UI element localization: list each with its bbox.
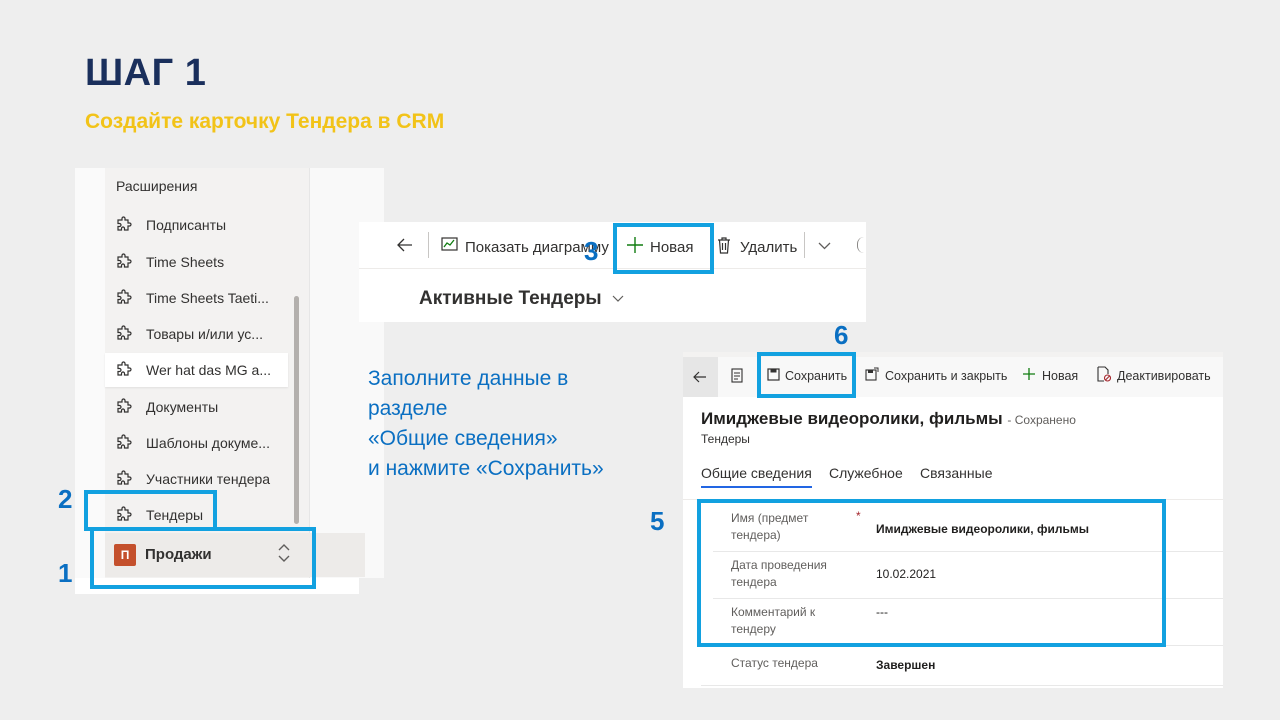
sitemap-group-label: Расширения [116,178,198,194]
highlight-tendery [84,490,217,531]
save-and-close-button[interactable]: Сохранить и закрыть [885,369,1007,383]
step-number-6: 6 [834,320,849,350]
save-close-icon [865,367,879,381]
sitemap-item-label: Участники тендера [146,471,271,487]
slide-subtitle: Создайте карточку Тендера в CRM [85,110,445,133]
instruction-line: и нажмите «Сохранить» [368,457,604,480]
field-value-status[interactable]: Завершен [876,658,935,672]
puzzle-icon [117,289,132,304]
highlight-area-switcher [90,527,316,589]
delete-button[interactable]: Удалить [740,239,797,256]
tab-related[interactable]: Связанные [920,465,993,481]
highlight-new-button [613,223,714,274]
instruction-text: Заполните данные в разделе «Общие сведен… [368,364,668,484]
sitemap-item-podpisanty[interactable]: Подписанты [115,208,285,242]
field-label-status: Статус тендера [731,656,818,670]
step-number-2: 2 [58,484,73,514]
instruction-line: Заполните данные в [368,367,569,390]
instruction-line: «Общие сведения» [368,427,558,450]
active-tab-indicator [701,486,812,488]
form-selector-icon[interactable] [731,368,743,383]
step-number-3: 3 [584,236,599,266]
highlight-general-section [697,499,1166,647]
puzzle-icon [117,253,132,268]
sitemap-item-tovary[interactable]: Товары и/или ус... [115,317,285,351]
sitemap-item-time-sheets[interactable]: Time Sheets [115,245,285,279]
deactivate-icon [1097,366,1111,382]
sitemap-item-label: Документы [146,399,219,415]
sitemap-item-label: Товары и/или ус... [146,326,263,342]
instruction-line: разделе [368,397,448,420]
highlight-save-button [757,352,856,398]
trash-icon [718,237,730,254]
sitemap-item-shablony[interactable]: Шаблоны докуме... [115,426,285,460]
overflow-icon[interactable] [857,237,864,253]
view-chevron-down-icon[interactable] [612,295,624,303]
deactivate-button[interactable]: Деактивировать [1117,369,1211,383]
tab-general[interactable]: Общие сведения [701,465,812,481]
plus-icon [1023,368,1035,380]
puzzle-icon [117,470,132,485]
sitemap-item-wer-hat[interactable]: Wer hat das MG a... [105,353,288,387]
chart-icon [441,237,458,251]
back-arrow-icon[interactable] [397,238,413,252]
puzzle-icon [117,361,132,376]
form-back-button[interactable] [683,357,718,397]
sitemap-item-label: Wer hat das MG a... [146,362,272,378]
record-title: Имиджевые видеоролики, фильмы - Сохранен… [701,409,1076,428]
sitemap-item-label: Подписанты [146,217,227,233]
record-entity: Тендеры [701,432,750,446]
puzzle-icon [117,216,132,231]
puzzle-icon [117,325,132,340]
puzzle-icon [117,398,132,413]
sitemap-item-dokumenty[interactable]: Документы [115,390,285,424]
view-selector[interactable]: Активные Тендеры [419,288,602,310]
chevron-down-icon[interactable] [818,242,831,250]
slide-title: ШАГ 1 [85,52,207,94]
puzzle-icon [117,434,132,449]
sitemap-item-label: Шаблоны докуме... [146,435,270,451]
record-save-status: - Сохранено [1007,413,1076,427]
sitemap-item-time-sheets-taeti[interactable]: Time Sheets Taeti... [115,281,285,315]
step-number-5: 5 [650,506,665,536]
sitemap-item-label: Time Sheets Taeti... [146,290,269,306]
back-arrow-icon [693,371,706,383]
sitemap-item-label: Time Sheets [146,254,225,270]
tab-service[interactable]: Служебное [829,465,903,481]
step-number-1: 1 [58,558,73,588]
sitemap-scrollbar[interactable] [294,296,299,524]
form-new-button[interactable]: Новая [1042,369,1078,383]
